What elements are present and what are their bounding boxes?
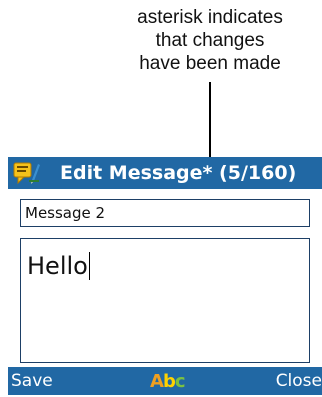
annotation-line-2: that changes [155,30,265,51]
message-body-text: Hello [27,252,88,280]
spell-check-glyph-b: b [162,371,176,392]
save-softkey[interactable]: Save [11,367,53,395]
annotation-line-1: asterisk indicates [137,7,283,28]
subject-input[interactable]: Message 2 [20,199,310,227]
message-body-input[interactable]: Hello [20,238,310,363]
annotation-line-3: have been made [139,53,281,74]
spell-check-icon[interactable]: Abc [150,367,185,395]
phone-screen: Edit Message* (5/160) Message 2 Hello Sa… [8,157,322,395]
message-edit-icon [8,157,46,189]
edit-area: Message 2 Hello [8,189,322,367]
annotation-pointer-line [209,82,211,158]
text-caret [88,252,90,280]
spell-check-glyph-c: c [174,371,186,392]
softkey-bar: Save Abc Close [8,367,322,395]
subject-value: Message 2 [25,204,106,222]
annotation-callout: asterisk indicates that changes have bee… [110,6,310,75]
window-title: Edit Message* (5/160) [60,162,297,184]
close-softkey[interactable]: Close [276,367,322,395]
spell-check-glyph-a: A [150,371,164,392]
title-bar: Edit Message* (5/160) [8,157,322,189]
